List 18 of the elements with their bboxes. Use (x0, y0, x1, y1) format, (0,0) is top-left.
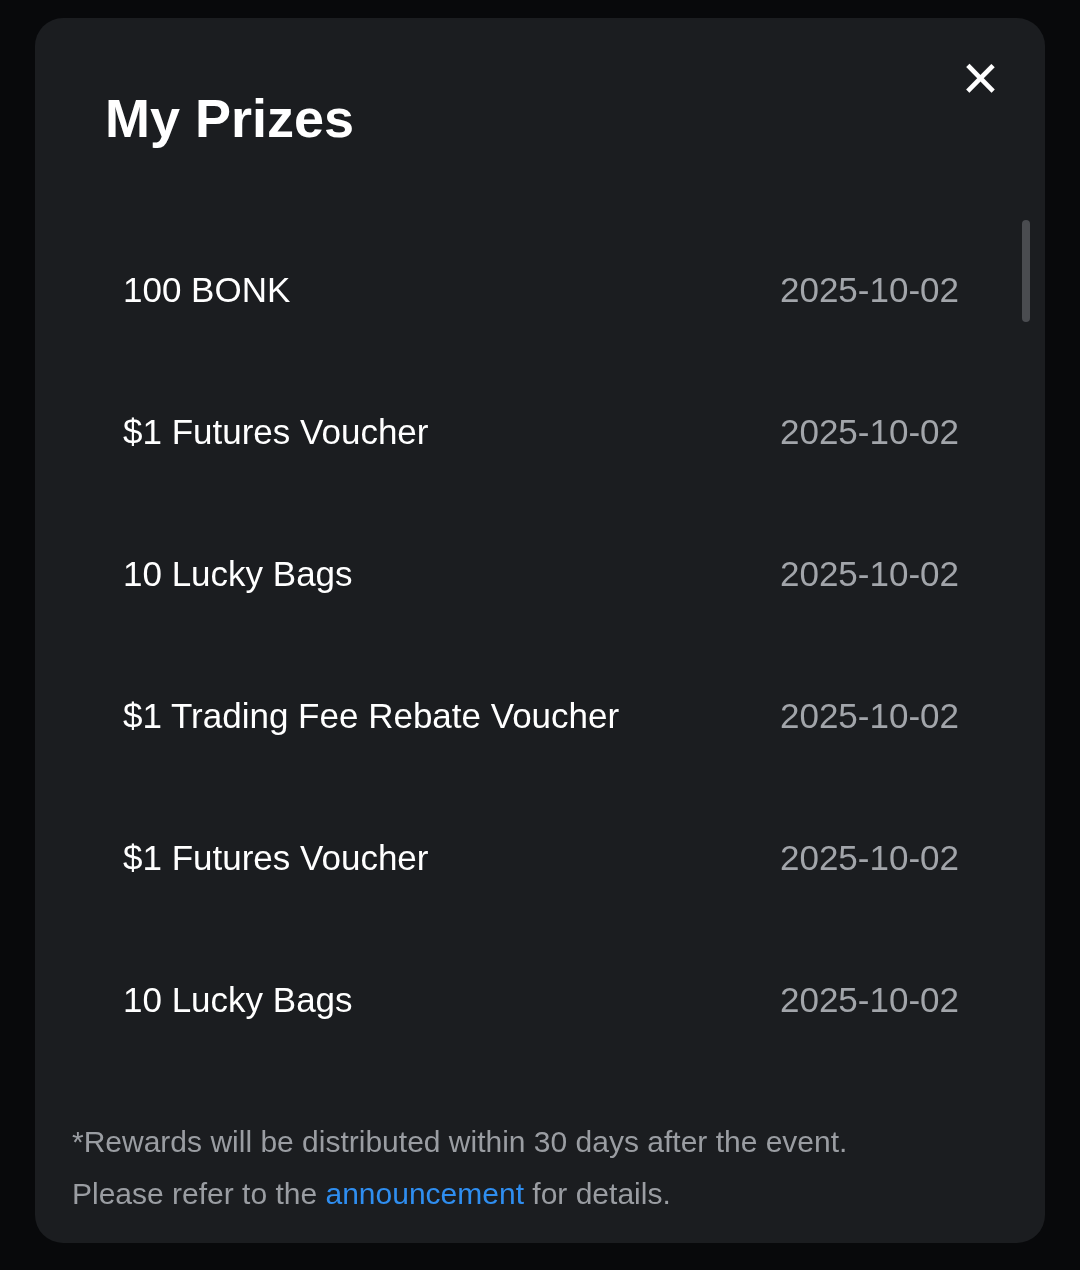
prize-date: 2025-10-02 (779, 694, 959, 737)
details-note: Please refer to the announcement for details. (72, 1176, 672, 1212)
rewards-note: *Rewards will be distributed within 30 days after the event. (72, 1124, 849, 1160)
prize-date: 2025-10-02 (779, 410, 959, 453)
dialog-title: My Prizes (105, 87, 355, 150)
prize-date: 2025-10-02 (779, 552, 959, 595)
scrollbar-thumb[interactable] (1022, 220, 1030, 322)
prize-name: $1 Trading Fee Rebate Voucher (123, 694, 620, 737)
prize-name: $1 Futures Voucher (123, 836, 429, 879)
prize-name: 10 Lucky Bags (123, 552, 353, 595)
prize-date: 2025-10-02 (779, 978, 959, 1021)
announcement-link[interactable]: announcement (325, 1177, 524, 1210)
prize-name: $1 Futures Voucher (123, 410, 429, 453)
close-button[interactable]: × (961, 46, 999, 110)
prize-date: 2025-10-02 (779, 836, 959, 879)
prize-name: 10 Lucky Bags (123, 978, 353, 1021)
prize-date: 2025-10-02 (779, 268, 959, 311)
prize-name: 100 BONK (123, 268, 291, 311)
